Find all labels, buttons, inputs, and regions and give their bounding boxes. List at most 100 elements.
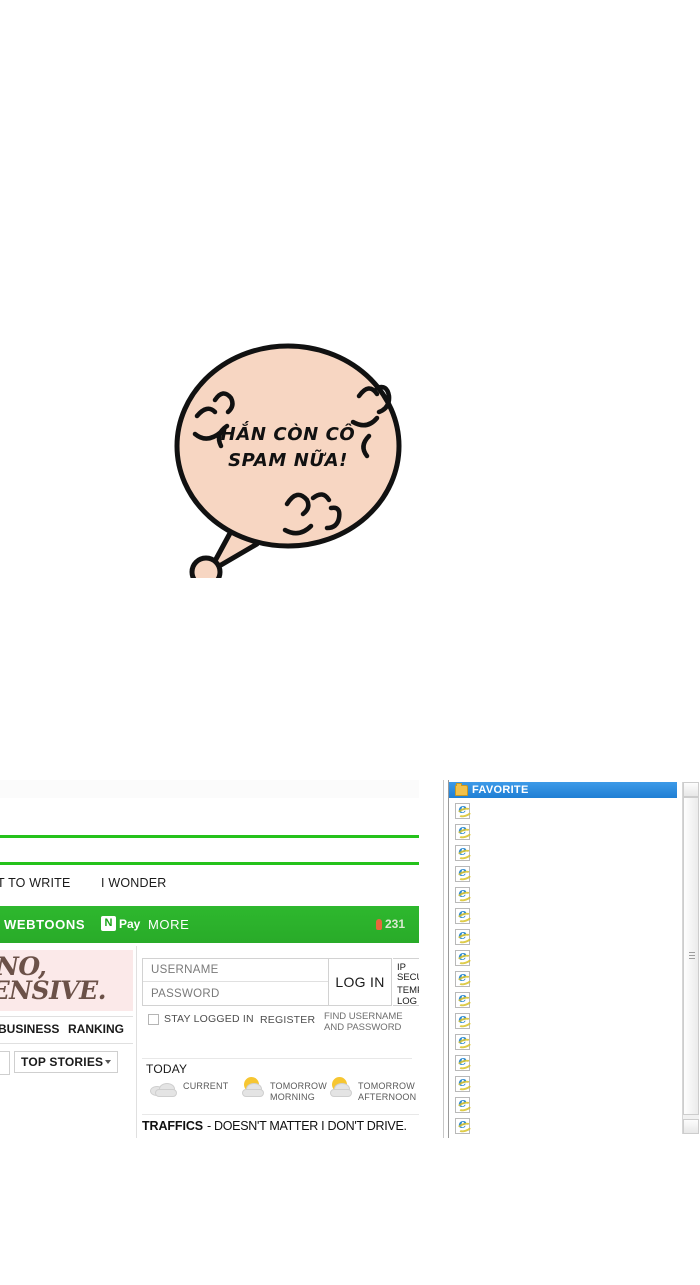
favorites-list-item[interactable] — [449, 842, 677, 863]
stories-side-button[interactable] — [0, 1051, 10, 1075]
ie-shortcut-icon — [455, 970, 470, 987]
location-pin-icon — [375, 918, 382, 930]
temporary-login-link[interactable]: TEMPORARY LOG IN — [397, 985, 419, 1007]
tab-ranking[interactable]: RANKING — [68, 1022, 124, 1036]
scrollbar-thumb[interactable] — [683, 797, 699, 1115]
forecast-tomorrow-afternoon[interactable]: TOMORROW AFTERNOON — [325, 1077, 416, 1102]
ie-shortcut-icon — [455, 844, 470, 861]
promo-banner-line-2: ...ENSIVE. — [0, 976, 106, 1005]
favorites-list-item[interactable] — [449, 863, 677, 884]
news-category-tabs: BUSINESS RANKING — [0, 1016, 133, 1044]
search-row-primary[interactable] — [0, 798, 419, 838]
sun-behind-cloud-icon — [325, 1077, 355, 1099]
ie-shortcut-icon — [455, 1117, 470, 1134]
scroll-down-icon[interactable] — [683, 1119, 699, 1134]
quick-link-wonder[interactable]: I WONDER — [101, 876, 167, 890]
stay-logged-in-checkbox[interactable]: STAY LOGGED IN — [148, 1013, 254, 1025]
favorites-list-item[interactable] — [449, 905, 677, 926]
favorites-explorer-window: FAVORITE — [448, 780, 700, 1138]
favorites-list-item[interactable] — [449, 926, 677, 947]
portal-column-divider — [136, 946, 137, 1138]
search-row-secondary[interactable] — [0, 841, 419, 865]
today-heading: TODAY — [146, 1062, 188, 1076]
ie-shortcut-icon — [455, 1096, 470, 1113]
favorites-list-item[interactable] — [449, 1073, 677, 1094]
tab-business[interactable]: BUSINESS — [0, 1022, 59, 1036]
ie-shortcut-icon — [455, 928, 470, 945]
favorites-list-item[interactable] — [449, 947, 677, 968]
favorites-scrollbar[interactable] — [682, 782, 699, 1134]
forecast-current-caption: CURRENT — [183, 1081, 229, 1091]
stories-bar: TOP STORIES — [0, 1048, 133, 1080]
favorites-folder-header[interactable]: FAVORITE — [449, 782, 677, 798]
favorites-list-item[interactable] — [449, 1115, 677, 1136]
favorites-list-item[interactable] — [449, 884, 677, 905]
sun-behind-cloud-icon — [237, 1077, 267, 1099]
npay-label: Pay — [119, 916, 141, 931]
traffic-row[interactable]: TRAFFICS - DOESN'T MATTER I DON'T DRIVE. — [142, 1114, 419, 1137]
nav-item-more[interactable]: MORE — [148, 917, 189, 932]
login-widget: USERNAME PASSWORD LOG IN IP SECURITY ON … — [142, 956, 419, 1036]
login-footer-row: STAY LOGGED IN REGISTER FIND USERNAME AN… — [142, 1011, 412, 1033]
quick-link-write[interactable]: ...T TO WRITE — [0, 876, 71, 890]
favorites-list — [449, 800, 677, 1134]
checkbox-icon — [148, 1013, 159, 1025]
traffic-text: - DOESN'T MATTER I DON'T DRIVE. — [207, 1119, 407, 1133]
cloud-icon — [150, 1077, 180, 1099]
folder-icon — [455, 782, 468, 796]
log-in-button[interactable]: LOG IN — [329, 958, 392, 1006]
login-security-panel: IP SECURITY ON TEMPORARY LOG IN — [393, 958, 419, 1006]
ie-shortcut-icon — [455, 907, 470, 924]
nav-counter-value: 231 — [384, 917, 405, 931]
ip-security-row[interactable]: IP SECURITY ON — [397, 963, 419, 983]
forecast-current[interactable]: CURRENT — [150, 1077, 228, 1099]
scroll-up-icon[interactable] — [683, 782, 699, 797]
window-gap-edge — [443, 780, 444, 1138]
favorites-list-item[interactable] — [449, 1094, 677, 1115]
ie-shortcut-icon — [455, 1054, 470, 1071]
promo-banner[interactable]: NO, ...ENSIVE. — [0, 950, 133, 1011]
ie-shortcut-icon — [455, 886, 470, 903]
favorites-list-item[interactable] — [449, 1052, 677, 1073]
login-fields-group: USERNAME PASSWORD — [142, 958, 329, 1006]
ie-shortcut-icon — [455, 1075, 470, 1092]
ie-shortcut-icon — [455, 802, 470, 819]
scrollbar-grip-icon — [689, 952, 695, 960]
comic-panel: ...T TO WRITE I WONDER WEBTOONS N Pay MO… — [0, 388, 700, 1138]
nav-item-npay[interactable]: N Pay — [101, 916, 140, 931]
favorites-list-item[interactable] — [449, 800, 677, 821]
favorites-list-item[interactable] — [449, 821, 677, 842]
traffic-heading: TRAFFICS — [142, 1119, 203, 1133]
favorites-list-item[interactable] — [449, 1010, 677, 1031]
forecast-tomorrow-morning-caption: TOMORROW MORNING — [270, 1081, 327, 1102]
password-input[interactable]: PASSWORD — [143, 982, 328, 1005]
chevron-down-icon — [105, 1060, 111, 1064]
portal-top-strip — [0, 780, 419, 799]
favorites-list-item[interactable] — [449, 989, 677, 1010]
stay-logged-in-label: STAY LOGGED IN — [164, 1013, 254, 1025]
ie-shortcut-icon — [455, 949, 470, 966]
ie-shortcut-icon — [455, 1033, 470, 1050]
favorites-list-item[interactable] — [449, 968, 677, 989]
global-nav-bar: WEBTOONS N Pay MORE 231 — [0, 906, 419, 943]
nav-item-webtoons[interactable]: WEBTOONS — [4, 917, 85, 932]
find-credentials-link[interactable]: FIND USERNAME AND PASSWORD — [324, 1011, 403, 1033]
npay-logo-icon: N — [101, 916, 116, 931]
forecast-tomorrow-morning[interactable]: TOMORROW MORNING — [237, 1077, 327, 1102]
register-link[interactable]: REGISTER — [260, 1014, 315, 1026]
today-weather-section: TODAY CURRENT TOMORROW MORNING TOMORROW … — [142, 1058, 416, 1109]
ie-shortcut-icon — [455, 991, 470, 1008]
quick-links-row: ...T TO WRITE I WONDER — [0, 868, 419, 902]
ie-shortcut-icon — [455, 865, 470, 882]
ie-shortcut-icon — [455, 823, 470, 840]
nav-counter[interactable]: 231 — [375, 917, 405, 931]
top-stories-value: TOP STORIES — [21, 1055, 104, 1069]
ie-shortcut-icon — [455, 1012, 470, 1029]
forecast-tomorrow-afternoon-caption: TOMORROW AFTERNOON — [358, 1081, 417, 1102]
favorites-folder-label: FAVORITE — [472, 784, 529, 796]
username-input[interactable]: USERNAME — [143, 959, 328, 982]
portal-page-screenshot: ...T TO WRITE I WONDER WEBTOONS N Pay MO… — [0, 780, 419, 1138]
favorites-list-item[interactable] — [449, 1031, 677, 1052]
top-stories-dropdown[interactable]: TOP STORIES — [14, 1051, 118, 1073]
ip-security-label: IP SECURITY — [397, 962, 419, 983]
